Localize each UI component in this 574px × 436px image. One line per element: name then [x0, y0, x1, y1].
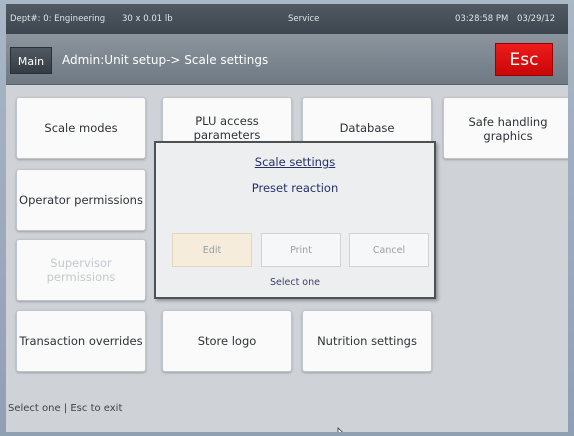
- breadcrumb: Admin:Unit setup-> Scale settings: [62, 53, 269, 67]
- time-label: 03:28:58 PM: [455, 14, 509, 24]
- dialog-title: Scale settings: [254, 155, 336, 169]
- edit-button[interactable]: Edit: [172, 233, 252, 267]
- transaction-overrides-button[interactable]: Transaction overrides: [16, 310, 146, 372]
- store-logo-button[interactable]: Store logo: [162, 310, 292, 372]
- app-screen: Dept#: 0: Engineering 30 x 0.01 lb Servi…: [6, 4, 568, 432]
- dept-label: Dept#: 0: Engineering: [10, 14, 106, 24]
- dialog-hint: Select one: [269, 277, 320, 288]
- dialog-subtitle: Preset reaction: [251, 181, 339, 195]
- cancel-button[interactable]: Cancel: [349, 233, 429, 267]
- status-bar: Dept#: 0: Engineering 30 x 0.01 lb Servi…: [6, 4, 568, 34]
- esc-button[interactable]: Esc: [495, 43, 553, 76]
- scale-modes-button[interactable]: Scale modes: [16, 97, 146, 159]
- date-label: 03/29/12: [517, 14, 556, 24]
- safe-handling-button[interactable]: Safe handling graphics: [443, 97, 568, 159]
- nutrition-settings-button[interactable]: Nutrition settings: [302, 310, 432, 372]
- mode-label: Service: [288, 14, 320, 24]
- print-button[interactable]: Print: [261, 233, 341, 267]
- operator-permissions-button[interactable]: Operator permissions: [16, 169, 146, 231]
- mouse-pointer-icon: [337, 427, 343, 432]
- weight-label: 30 x 0.01 lb: [122, 14, 173, 24]
- window-frame: Dept#: 0: Engineering 30 x 0.01 lb Servi…: [0, 0, 574, 436]
- main-button[interactable]: Main: [10, 47, 52, 74]
- scale-settings-dialog: Scale settings Preset reaction Edit Prin…: [154, 141, 436, 299]
- title-bar: Main Admin:Unit setup-> Scale settings E…: [6, 34, 568, 85]
- supervisor-permissions-button: Supervisor permissions: [16, 239, 146, 301]
- footer-hint: Select one | Esc to exit: [8, 403, 123, 414]
